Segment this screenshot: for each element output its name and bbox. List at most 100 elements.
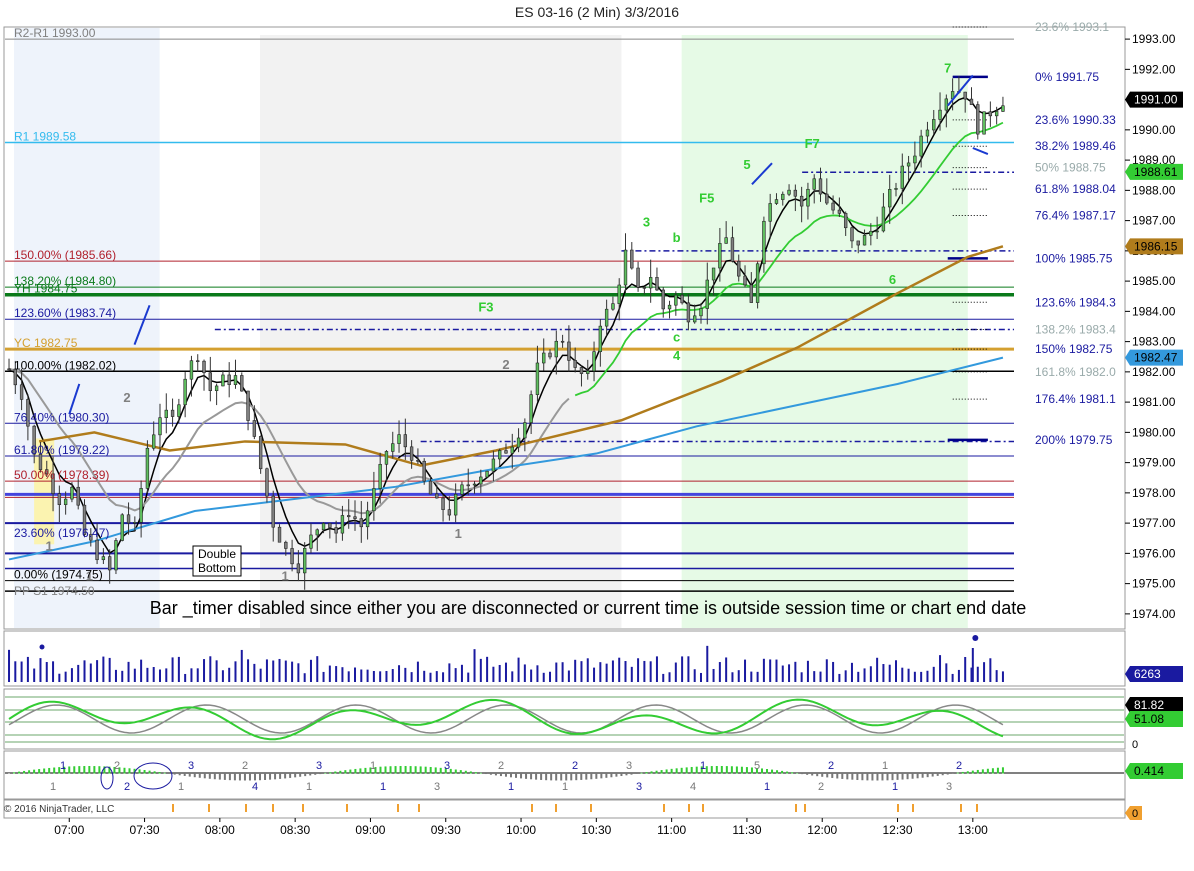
candle-body <box>799 195 804 207</box>
volume-bar <box>272 660 275 682</box>
candle-body <box>177 404 181 417</box>
volume-bar <box>398 665 401 682</box>
candle-body <box>485 470 489 478</box>
macd-bar <box>966 771 969 774</box>
macd-bar <box>926 773 929 778</box>
candle-body <box>781 193 785 200</box>
volume-bar <box>429 672 432 682</box>
price-tick-label-5: 1979.00 <box>1132 456 1176 470</box>
candle-body <box>598 325 603 352</box>
wave-label-4: 5 <box>743 157 750 172</box>
macd-bar <box>334 771 337 774</box>
macd-bar <box>856 773 859 781</box>
level-label-left-8: 76.40% (1980.30) <box>14 410 109 424</box>
volume-bar <box>630 666 633 682</box>
macd-bar <box>314 773 317 775</box>
macd-bar <box>198 773 201 778</box>
candle-body <box>70 486 74 500</box>
macd-bar <box>123 767 126 774</box>
candle <box>240 372 244 392</box>
macd-bar <box>8 773 11 774</box>
chart-canvas[interactable]: F3F5F7357bc462211 11 R2-R1 1993.00R1 1989… <box>0 0 1194 871</box>
macd-bar <box>520 773 523 779</box>
macd-bar <box>530 773 533 780</box>
volume-bar <box>423 670 426 682</box>
candle-body <box>57 493 62 505</box>
price-axis[interactable]: 1974.00 1975.00 1976.00 1977.00 1978.00 1979.… <box>1125 27 1176 629</box>
macd-wave-grey-4: 1 <box>306 781 312 793</box>
bar-timer-notice: Bar _timer disabled since either you are… <box>150 598 1026 619</box>
volume-bar <box>838 673 841 682</box>
volume-bar <box>618 657 621 682</box>
macd-bar <box>921 773 924 778</box>
candle-body <box>189 360 194 380</box>
candle-body <box>705 279 709 309</box>
macd-bar <box>494 773 497 776</box>
volume-bar <box>593 667 596 682</box>
candle-body <box>170 409 175 417</box>
macd-bar <box>801 773 804 775</box>
price-tick-label-19: 1993.00 <box>1132 32 1176 46</box>
price-tick-label-11: 1985.00 <box>1132 274 1176 288</box>
wave-label-10: 2 <box>502 357 509 372</box>
level-label-left-7: 100.00% (1982.02) <box>14 358 116 372</box>
candle-body <box>548 352 552 358</box>
volume-bar <box>127 661 130 682</box>
fib-label-right-9: 138.2% 1983.4 <box>1035 323 1116 337</box>
fib-label-right-0: 23.6% 1993.1 <box>1035 20 1109 34</box>
macd-bar <box>163 772 166 774</box>
fib-label-right-13: 200% 1979.75 <box>1035 433 1113 447</box>
volume-bar <box>989 658 992 682</box>
price-tick-label-8: 1982.00 <box>1132 365 1176 379</box>
macd-bar <box>826 773 829 778</box>
session-shading <box>14 28 968 628</box>
candle-body <box>271 495 275 528</box>
candle-body <box>932 119 936 131</box>
fib-label-right-7: 100% 1985.75 <box>1035 251 1113 265</box>
price-tick-label-1: 1975.00 <box>1132 577 1176 591</box>
macd-bar <box>976 769 979 774</box>
time-axis[interactable]: 07:00 07:30 08:00 08:30 09:00 09:30 10:00 10:30… <box>54 818 988 837</box>
macd-bar <box>329 772 332 774</box>
volume-bar <box>825 659 828 682</box>
volume-bar <box>511 671 514 682</box>
volume-bar <box>177 656 180 682</box>
price-badge-0: 1991.00 <box>1125 91 1183 108</box>
volume-bar <box>951 673 954 682</box>
volume-bar <box>655 656 658 682</box>
macd-bar <box>896 773 899 780</box>
candle-body <box>913 155 917 164</box>
wave-label-8: 4 <box>673 348 681 363</box>
volume-bar <box>278 658 281 682</box>
macd-bar <box>946 773 949 775</box>
candle-body <box>542 352 546 364</box>
macd-bar <box>439 767 442 774</box>
volume-bar <box>140 659 143 682</box>
volume-badge-label: 6263 <box>1134 667 1161 681</box>
macd-bar <box>88 766 91 774</box>
candle-body <box>888 189 892 208</box>
candle-body <box>95 539 99 561</box>
candle-body <box>793 189 798 197</box>
candle-body <box>284 541 288 549</box>
macd-wave-blue-3: 4 <box>252 781 258 793</box>
candle-body <box>724 237 728 244</box>
volume-bar <box>184 673 187 682</box>
macd-bar <box>479 772 482 774</box>
macd-bar <box>595 773 598 779</box>
stochastics-panel[interactable] <box>3 688 1126 750</box>
volume-bar <box>341 667 344 682</box>
volume-bar <box>284 660 287 682</box>
macd-bar <box>710 766 713 774</box>
volume-bar <box>77 664 80 682</box>
macd-bar <box>304 773 307 777</box>
price-badge-label: 1982.47 <box>1134 351 1178 365</box>
volume-badge: 6263 <box>1125 666 1183 682</box>
macd-bar <box>675 768 678 774</box>
candle-body <box>233 375 238 385</box>
macd-bar <box>776 770 779 774</box>
price-tick-label-10: 1984.00 <box>1132 304 1176 318</box>
volume-bar <box>467 672 470 682</box>
macd-bar <box>394 766 397 774</box>
macd-bar <box>986 768 989 774</box>
